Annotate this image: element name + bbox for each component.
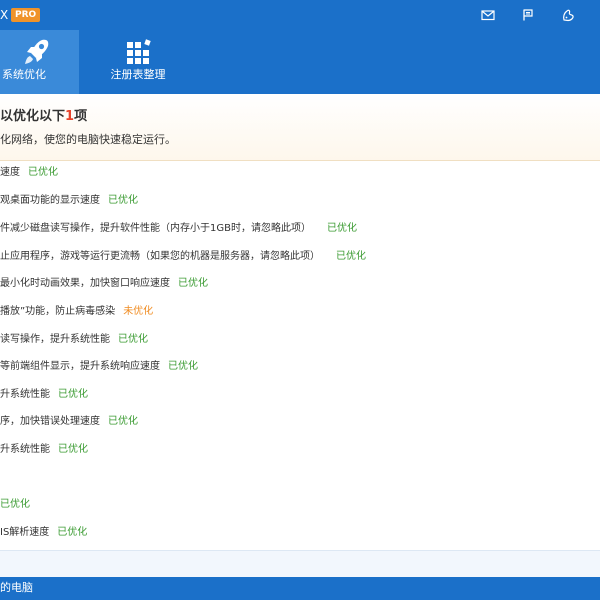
tab-label: 系统优化 [2,68,46,81]
item-description: 速度 [0,167,20,178]
status-bar: 的电脑 [0,577,600,600]
list-item: 序，加快错误处理速度 已优化 [0,413,600,431]
list-item: 观桌面功能的显示速度 已优化 [0,192,600,210]
feedback-icon[interactable] [521,8,535,22]
list-item: 播放”功能，防止病毒感染 未优化 [0,303,600,321]
list-item: 等前端组件显示，提升系统响应速度 已优化 [0,358,600,376]
item-description: 播放”功能，防止病毒感染 [0,306,116,317]
optimizable-count: 1 [65,109,75,124]
item-status: 已优化 [0,499,30,510]
tab-label: 注册表整理 [110,68,166,81]
item-description: 最小化时动画效果，加快窗口响应速度 [0,278,170,289]
item-status: 未优化 [123,306,154,317]
list-item: 最小化时动画效果，加快窗口响应速度 已优化 [0,275,600,293]
list-item: 件减少磁盘读写操作，提升软件性能（内存小于1GB时，请忽略此项） 已优化 [0,220,600,238]
item-status: 已优化 [58,389,88,400]
title-bar[interactable]: X PRO [0,0,600,30]
summary-title-suffix: 项 [74,109,88,124]
item-description: 止应用程序，游戏等运行更流畅（如果您的机器是服务器，请忽略此项） [0,251,320,262]
item-status: 已优化 [108,416,138,427]
item-status: 已优化 [168,361,198,372]
summary-title-prefix: 以优化以下 [0,109,66,124]
list-item: 已优化 [0,496,600,514]
item-description: 读写操作，提升系统性能 [0,334,110,345]
item-status: 已优化 [336,251,366,262]
bottom-panel [0,550,600,578]
item-status: 已优化 [108,195,138,206]
list-item: IS解析速度 已优化 [0,524,600,542]
list-item: 止应用程序，游戏等运行更流畅（如果您的机器是服务器，请忽略此项） 已优化 [0,248,600,266]
list-item: 速度 已优化 [0,164,600,182]
list-item: 读写操作，提升系统性能 已优化 [0,331,600,349]
tab-registry-cleanup[interactable]: 注册表整理 [98,30,178,94]
optimization-summary: 以优化以下1项 化网络，使您的电脑快速稳定运行。 [0,94,600,161]
mail-icon[interactable] [481,8,495,22]
item-status: 已优化 [57,527,88,538]
summary-title: 以优化以下1项 [0,105,87,124]
pro-badge: PRO [11,8,41,22]
list-item: 升系统性能 已优化 [0,441,600,459]
item-status: 已优化 [178,278,208,289]
item-description: 件减少磁盘读写操作，提升软件性能（内存小于1GB时，请忽略此项） [0,223,311,234]
item-description: 升系统性能 [0,389,50,400]
item-description: 观桌面功能的显示速度 [0,195,100,206]
item-description: 序，加快错误处理速度 [0,416,100,427]
tab-system-optimization[interactable]: 系统优化 [0,30,79,94]
list-item: 升系统性能 已优化 [0,386,600,404]
item-status: 已优化 [58,444,88,455]
rocket-icon [22,37,52,67]
item-status: 已优化 [28,167,58,178]
item-status: 已优化 [326,223,357,234]
header: X PRO 系统优化 注册表整理 [0,0,600,94]
item-status: 已优化 [118,334,148,345]
registry-cubes-icon [123,37,153,67]
optimizer-window: X PRO 系统优化 注册表整理 以优化以下1项 化网络，使您的电脑快速稳定运行… [0,0,600,600]
status-bar-text: 的电脑 [0,581,33,594]
skin-icon[interactable] [561,8,575,22]
item-description: 升系统性能 [0,444,50,455]
optimization-item-list[interactable]: 速度 已优化 观桌面功能的显示速度 已优化 件减少磁盘读写操作，提升软件性能（内存小… [0,160,600,550]
app-name-fragment: X [0,8,9,22]
item-description: 等前端组件显示，提升系统响应速度 [0,361,160,372]
item-description: IS解析速度 [0,527,50,538]
summary-subtitle: 化网络，使您的电脑快速稳定运行。 [0,133,176,146]
